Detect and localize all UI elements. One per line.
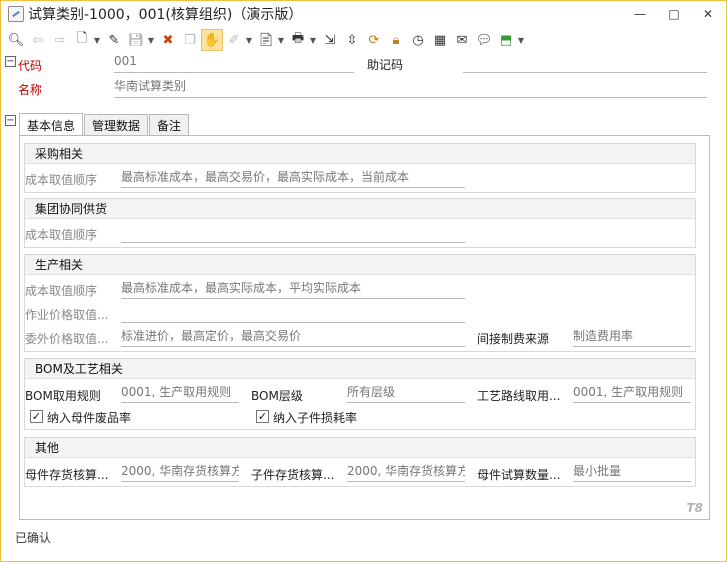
supply-cost-order-field[interactable] [121,224,465,243]
group-production: 生产相关 成本取值顺序 最高标准成本，最高实际成本，平均实际成本 作业价格取值.… [24,254,696,352]
bom-level-label: BOM层级 [251,389,303,403]
production-cost-order-label: 成本取值顺序 [25,284,98,298]
tabs-collapse-icon[interactable]: − [5,115,16,126]
window-controls: — □ ✕ [623,2,725,26]
parent-quantity-label: 母件试算数量... [477,468,561,482]
mail-icon[interactable]: ✉ [451,29,473,51]
print-dropdown-icon[interactable]: ▼ [309,36,317,45]
toolbar: 🔍︎ ⇦ ⇨ 🗋 ▼ ✎ 💾︎ ▼ ✖ ❐ ✋ ✐ ▼ 📄︎ ▼ 🖶 ▼ ⇲ ⇳… [5,28,722,52]
outsource-price-label: 委外价格取值... [25,332,109,346]
copy-icon[interactable]: ❐ [179,29,201,51]
preview-icon[interactable]: 🔍︎ [5,29,27,51]
save-icon[interactable]: 💾︎ [125,29,147,51]
production-cost-order-field[interactable]: 最高标准成本，最高实际成本，平均实际成本 [121,280,465,299]
child-inventory-field[interactable]: 2000, 华南存货核算方 [347,463,465,482]
group-production-title: 生产相关 [25,255,695,275]
group-bom-title: BOM及工艺相关 [25,359,695,379]
child-loss-checkbox[interactable]: ✓ [256,410,269,423]
child-inventory-label: 子件存货核算... [251,468,335,482]
purchase-cost-order-field[interactable]: 最高标准成本，最高交易价，最高实际成本，当前成本 [121,169,465,188]
new-document-icon[interactable]: 🗋 [71,29,93,51]
title-bar: 试算类别-1000，001(核算组织)（演示版） — □ ✕ [2,2,725,26]
parent-scrap-checkbox[interactable]: ✓ [30,410,43,423]
parent-inventory-label: 母件存货核算... [25,468,109,482]
maximize-icon[interactable]: □ [657,2,691,26]
operation-price-field[interactable] [121,304,465,323]
route-field[interactable]: 0001, 生产取用规则 [573,384,691,403]
mnemonic-field[interactable] [463,54,707,73]
import-dropdown-icon[interactable]: ▼ [277,36,285,45]
message-icon[interactable]: 💬︎ [473,29,495,51]
minimize-icon[interactable]: — [623,2,657,26]
delete-icon[interactable]: ✖ [157,29,179,51]
purchase-cost-order-label: 成本取值顺序 [25,173,98,187]
parent-inventory-field[interactable]: 2000, 华南存货核算方 [121,463,239,482]
parent-quantity-field[interactable]: 最小批量 [573,463,691,482]
route-label: 工艺路线取用... [477,389,561,403]
tab-remarks[interactable]: 备注 [149,114,190,136]
operation-price-label: 作业价格取值... [25,308,109,322]
group-purchase-title: 采购相关 [25,144,695,164]
forward-arrow-icon[interactable]: ⇨ [49,29,71,51]
tab-panel-basic-info: 采购相关 成本取值顺序 最高标准成本，最高交易价，最高实际成本，当前成本 集团协… [19,135,710,520]
new-document-dropdown-icon[interactable]: ▼ [93,36,101,45]
supply-cost-order-label: 成本取值顺序 [25,228,98,242]
status-text: 已确认 [15,531,52,545]
outsource-price-field[interactable]: 标准进价，最高定价，最高交易价 [121,328,465,347]
group-other: 其他 母件存货核算... 2000, 华南存货核算方 子件存货核算... 200… [24,437,696,487]
app-icon [8,6,24,22]
indirect-cost-field[interactable]: 制造费用率 [573,328,691,347]
tab-bar: 基本信息 管理数据 备注 [19,112,190,137]
group-purchase: 采购相关 成本取值顺序 最高标准成本，最高交易价，最高实际成本，当前成本 [24,143,696,193]
group-bom: BOM及工艺相关 BOM取用规则 0001, 生产取用规则 BOM层级 所有层级… [24,358,696,430]
print-icon[interactable]: 🖶 [287,29,309,51]
edit-icon[interactable]: ✎ [103,29,125,51]
back-arrow-icon[interactable]: ⇦ [27,29,49,51]
import-icon[interactable]: 📄︎ [255,29,277,51]
indirect-cost-label: 间接制费来源 [477,332,550,346]
bom-rule-field[interactable]: 0001, 生产取用规则 [121,384,239,403]
product-watermark: T8 [686,501,703,515]
push-down-icon[interactable]: ⇳ [341,29,363,51]
bom-level-field[interactable]: 所有层级 [347,384,465,403]
calculator-icon[interactable]: ▦ [429,29,451,51]
code-field[interactable]: 001 [114,54,354,73]
code-label: 代码 [18,59,43,73]
window-title: 试算类别-1000，001(核算组织)（演示版） [28,7,303,23]
export-icon[interactable]: ⬒ [495,29,517,51]
group-supply-title: 集团协同供货 [25,199,695,219]
refresh-icon[interactable]: ⟳ [363,29,385,51]
tab-management-data[interactable]: 管理数据 [84,114,149,136]
audit-icon[interactable]: ✋ [201,29,223,51]
lock-icon[interactable]: 🔒︎ [385,29,407,51]
group-supply: 集团协同供货 成本取值顺序 [24,198,696,248]
name-field[interactable]: 华南试算类别 [114,78,707,98]
close-icon[interactable]: ✕ [691,2,725,26]
unaudit-icon[interactable]: ✐ [223,29,245,51]
window: 试算类别-1000，001(核算组织)（演示版） — □ ✕ 🔍︎ ⇦ ⇨ 🗋 … [0,0,727,562]
header-collapse-icon[interactable]: − [5,56,16,67]
child-loss-label: 纳入子件损耗率 [273,411,358,425]
group-other-title: 其他 [25,438,695,458]
bom-rule-label: BOM取用规则 [25,389,101,403]
mnemonic-label: 助记码 [367,58,404,72]
save-dropdown-icon[interactable]: ▼ [147,36,155,45]
history-icon[interactable]: ◷ [407,29,429,51]
parent-scrap-label: 纳入母件废品率 [47,411,132,425]
export-dropdown-icon[interactable]: ▼ [517,36,525,45]
name-label: 名称 [18,83,43,97]
tab-basic-info[interactable]: 基本信息 [19,113,84,137]
link-query-icon[interactable]: ⇲ [319,29,341,51]
audit-dropdown-icon[interactable]: ▼ [245,36,253,45]
